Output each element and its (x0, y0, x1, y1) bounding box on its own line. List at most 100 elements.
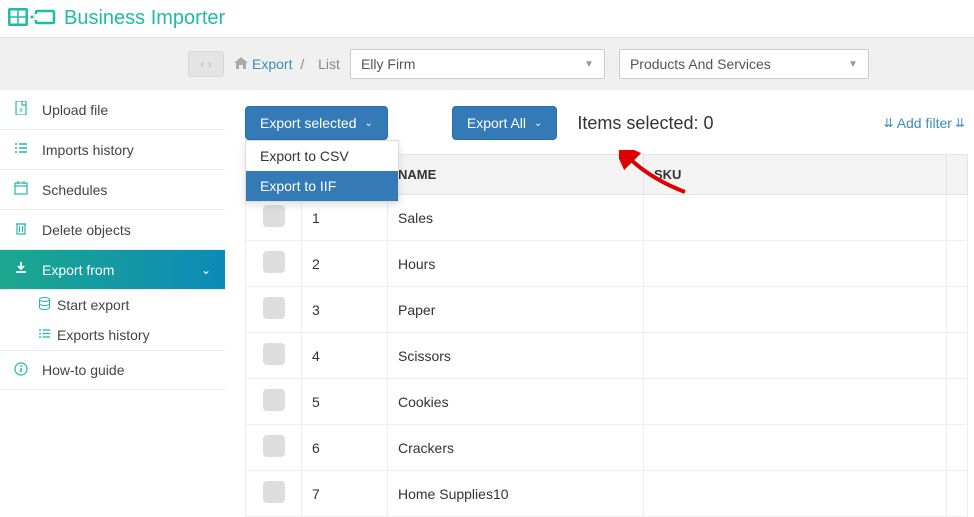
sidebar-item-label: Delete objects (42, 222, 131, 238)
chevron-down-icon: ⌄ (201, 263, 211, 277)
row-sku-cell (644, 333, 947, 379)
row-extra-cell (947, 425, 968, 471)
sidebar-item-schedules[interactable]: Schedules (0, 170, 225, 210)
sidebar-sub-start-export[interactable]: Start export (0, 290, 225, 320)
row-sku-cell (644, 425, 947, 471)
row-number-cell: 7 (302, 471, 388, 517)
row-number-cell: 3 (302, 287, 388, 333)
sidebar-sub-label: Start export (57, 297, 129, 313)
row-checkbox-cell (246, 425, 302, 471)
button-label: Export selected (260, 115, 357, 131)
checkbox[interactable] (263, 251, 285, 273)
sidebar-item-label: Export from (42, 262, 114, 278)
items-selected-text: Items selected: 0 (577, 113, 713, 134)
row-extra-cell (947, 333, 968, 379)
table-row[interactable]: 7Home Supplies10 (246, 471, 968, 517)
dropdown-item-export-iif[interactable]: Export to IIF (246, 171, 398, 201)
row-checkbox-cell (246, 471, 302, 517)
checkbox[interactable] (263, 481, 285, 503)
sidebar-item-label: Imports history (42, 142, 134, 158)
sidebar-item-upload-file[interactable]: x Upload file (0, 90, 225, 130)
toolbar: Export selected ⌄ Export to CSV Export t… (245, 106, 968, 140)
history-nav-buttons[interactable]: ‹ › (188, 51, 224, 77)
row-name-cell: Cookies (388, 379, 644, 425)
list-icon (14, 141, 34, 158)
double-arrow-down-icon: ⇊ (884, 116, 894, 130)
add-filter-link[interactable]: ⇊ Add filter ⇊ (881, 115, 968, 131)
row-name-cell: Scissors (388, 333, 644, 379)
firm-select-value: Elly Firm (361, 56, 415, 72)
row-sku-cell (644, 287, 947, 333)
row-extra-cell (947, 471, 968, 517)
breadcrumb-list-label: List (318, 56, 340, 72)
breadcrumb-row: ‹ › Export / List Elly Firm ▼ Products A… (0, 38, 974, 90)
content-area: Export selected ⌄ Export to CSV Export t… (225, 90, 974, 504)
checkbox[interactable] (263, 343, 285, 365)
row-name-cell: Paper (388, 287, 644, 333)
list-icon (38, 327, 51, 343)
row-name-cell: Hours (388, 241, 644, 287)
info-icon (14, 362, 34, 379)
firm-select[interactable]: Elly Firm ▼ (350, 49, 605, 79)
export-all-button[interactable]: Export All ⌄ (452, 106, 558, 140)
table-row[interactable]: 3Paper (246, 287, 968, 333)
trash-icon (14, 221, 34, 238)
table-row[interactable]: 2Hours (246, 241, 968, 287)
table-row[interactable]: 6Crackers (246, 425, 968, 471)
home-icon[interactable] (234, 56, 248, 72)
table-header-sku[interactable]: SKU (644, 155, 947, 195)
sidebar-item-delete-objects[interactable]: Delete objects (0, 210, 225, 250)
app-logo-icon (8, 6, 56, 31)
breadcrumb-export-link[interactable]: Export (252, 56, 292, 72)
sidebar-item-export-from[interactable]: Export from ⌄ (0, 250, 225, 290)
sidebar-item-imports-history[interactable]: Imports history (0, 130, 225, 170)
table-header-name[interactable]: NAME (388, 155, 644, 195)
brand-bar: Business Importer (0, 0, 974, 38)
sidebar-sub-label: Exports history (57, 327, 150, 343)
sidebar: x Upload file Imports history Schedules … (0, 90, 225, 504)
row-checkbox-cell (246, 241, 302, 287)
row-sku-cell (644, 195, 947, 241)
brand-title: Business Importer (64, 7, 225, 30)
sidebar-sub-exports-history[interactable]: Exports history (0, 320, 225, 350)
checkbox[interactable] (263, 389, 285, 411)
main-layout: x Upload file Imports history Schedules … (0, 90, 974, 504)
dropdown-item-label: Export to IIF (260, 178, 336, 194)
sidebar-item-label: How-to guide (42, 362, 125, 378)
row-number-cell: 6 (302, 425, 388, 471)
calendar-icon (14, 181, 34, 198)
svg-text:x: x (19, 107, 23, 114)
row-checkbox-cell (246, 333, 302, 379)
row-checkbox-cell (246, 287, 302, 333)
button-label: Export All (467, 115, 526, 131)
dropdown-item-export-csv[interactable]: Export to CSV (246, 141, 398, 171)
row-sku-cell (644, 471, 947, 517)
download-icon (14, 261, 34, 278)
chevron-down-icon: ▼ (584, 59, 594, 70)
checkbox[interactable] (263, 435, 285, 457)
row-name-cell: Sales (388, 195, 644, 241)
table-header-extra (947, 155, 968, 195)
dropdown-item-label: Export to CSV (260, 148, 349, 164)
checkbox[interactable] (263, 205, 285, 227)
export-selected-button[interactable]: Export selected ⌄ (245, 106, 388, 140)
chevron-down-icon: ▼ (848, 59, 858, 70)
sidebar-item-how-to-guide[interactable]: How-to guide (0, 350, 225, 390)
row-number-cell: 2 (302, 241, 388, 287)
sidebar-item-label: Upload file (42, 102, 108, 118)
row-name-cell: Crackers (388, 425, 644, 471)
entity-type-select[interactable]: Products And Services ▼ (619, 49, 869, 79)
entity-type-select-value: Products And Services (630, 56, 771, 72)
row-extra-cell (947, 241, 968, 287)
double-arrow-down-icon: ⇊ (955, 116, 965, 130)
table-row[interactable]: 5Cookies (246, 379, 968, 425)
table-row[interactable]: 4Scissors (246, 333, 968, 379)
chevron-down-icon: ⌄ (365, 118, 373, 129)
export-selected-dropdown: Export to CSV Export to IIF (245, 140, 399, 202)
row-extra-cell (947, 379, 968, 425)
row-sku-cell (644, 241, 947, 287)
row-name-cell: Home Supplies10 (388, 471, 644, 517)
row-number-cell: 5 (302, 379, 388, 425)
database-icon (38, 297, 51, 313)
checkbox[interactable] (263, 297, 285, 319)
